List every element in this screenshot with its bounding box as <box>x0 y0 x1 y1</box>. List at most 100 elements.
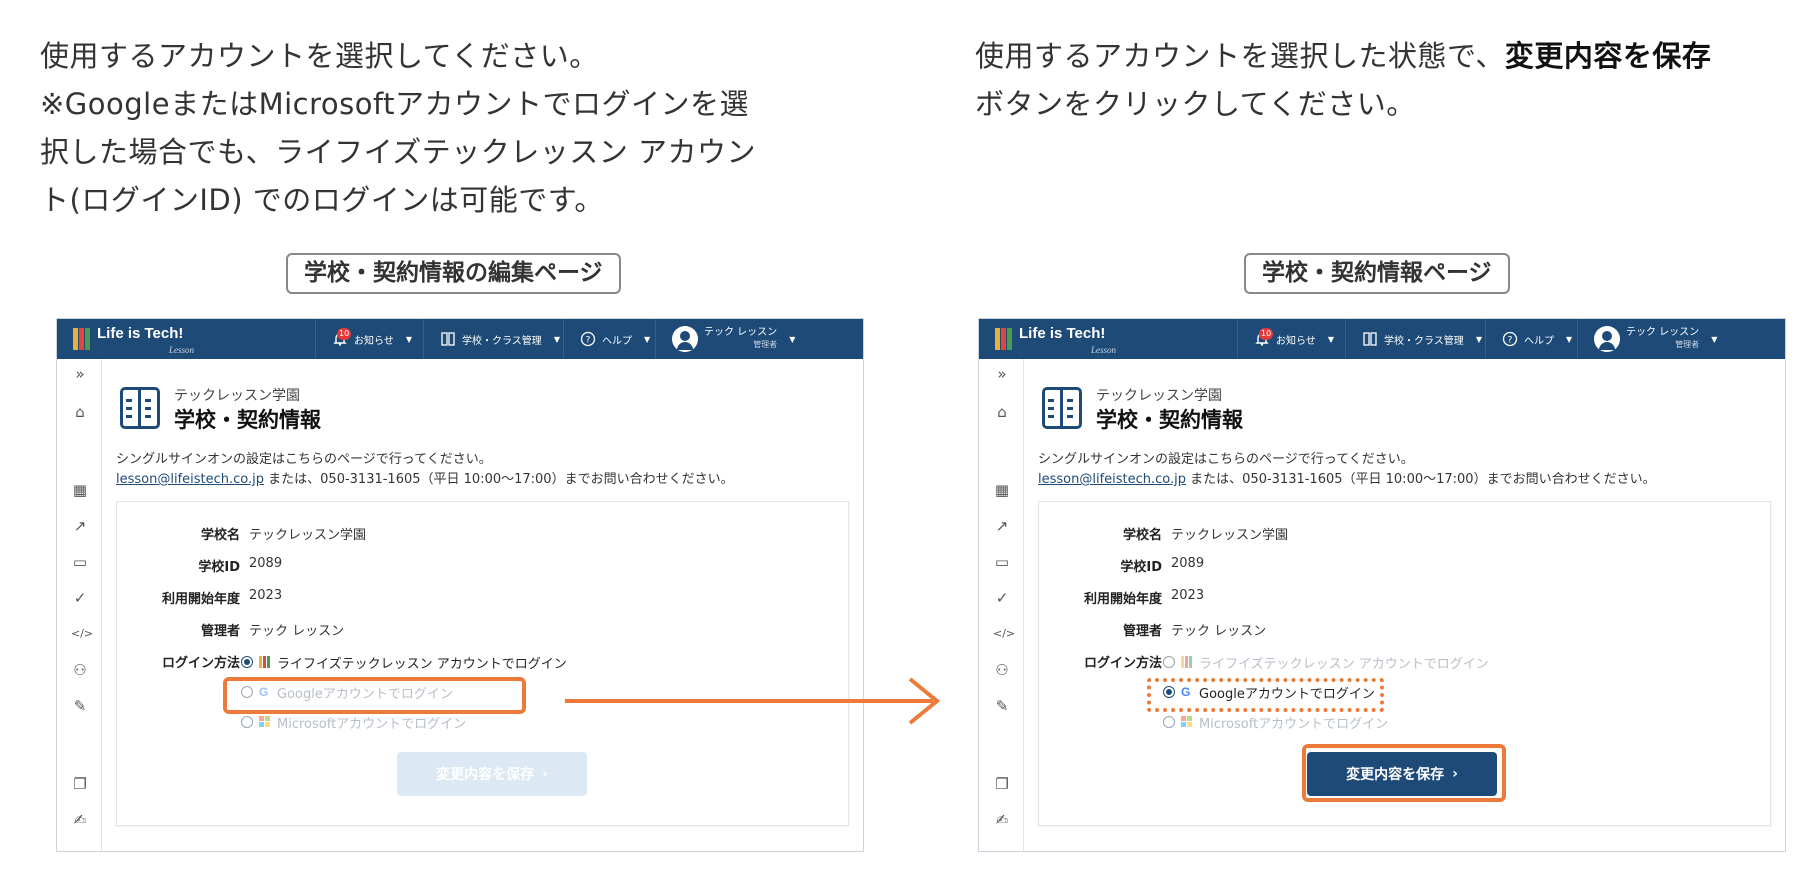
users-icon[interactable]: ⚇ <box>993 661 1011 679</box>
field-value: 2023 <box>1171 588 1205 603</box>
instruction-line: 択した場合でも、ライフイズテックレッスン アカウン <box>40 135 756 169</box>
lifeistech-icon <box>1181 656 1193 668</box>
trend-icon[interactable]: ↗ <box>993 517 1011 535</box>
instruction-right: 使用するアカウントを選択した状態で、変更内容を保存 ボタンをクリックしてください。 <box>975 32 1795 128</box>
trend-icon[interactable]: ↗ <box>71 517 89 535</box>
calendar-icon[interactable]: ▦ <box>993 481 1011 499</box>
avatar-icon <box>672 326 698 352</box>
home-icon[interactable]: ⌂ <box>993 403 1011 421</box>
field-label: 利用開始年度 <box>161 592 240 607</box>
building-icon <box>440 331 456 347</box>
option-label: ライフイズテックレッスン アカウントでログイン <box>277 656 567 672</box>
nav-help-label: ヘルプ <box>1524 335 1554 347</box>
bell-icon: 10 <box>1254 328 1274 347</box>
expand-icon[interactable]: » <box>993 365 1011 383</box>
help-icon: ? <box>580 331 596 347</box>
copy-icon[interactable]: ❐ <box>993 775 1011 793</box>
nav-help[interactable]: ? ヘルプ ▼ <box>1485 319 1577 359</box>
field-admin: 管理者 テック レッスン <box>1039 620 1770 640</box>
code-icon[interactable]: </> <box>993 625 1015 643</box>
pen-icon[interactable]: ✎ <box>71 697 89 715</box>
nav-user[interactable]: テック レッスン 管理者 ▼ <box>655 319 863 359</box>
nav-school[interactable]: 学校・クラス管理 ▼ <box>1345 319 1485 359</box>
instruction-line: ※GoogleまたはMicrosoftアカウントでログインを選 <box>40 87 750 121</box>
radio-button[interactable] <box>241 716 253 728</box>
help-icon: ? <box>1502 331 1518 347</box>
field-start-year: 利用開始年度 2023 <box>117 588 848 608</box>
school-name-small: テックレッスン学園 <box>174 388 300 404</box>
calendar-icon[interactable]: ▦ <box>71 481 89 499</box>
option-label: Microsoftアカウントでログイン <box>277 716 467 732</box>
contact-text: または、050-3131-1605（平日 10:00〜17:00）までお問い合わ… <box>1186 472 1656 487</box>
field-label: 管理者 <box>200 624 240 639</box>
user-info: テック レッスン管理者 <box>1626 327 1699 351</box>
caret-down-icon: ▼ <box>1475 334 1482 344</box>
login-option-lifeistech[interactable]: ライフイズテックレッスン アカウントでログイン <box>1163 652 1489 672</box>
microsoft-icon <box>1181 716 1193 728</box>
brand-sub: Lesson <box>169 345 195 355</box>
radio-button[interactable] <box>1163 716 1175 728</box>
expand-icon[interactable]: » <box>71 365 89 383</box>
pen-icon[interactable]: ✎ <box>993 697 1011 715</box>
field-value: 2089 <box>1171 556 1205 571</box>
school-name-small: テックレッスン学園 <box>1096 388 1222 404</box>
nav-school-label: 学校・クラス管理 <box>462 335 542 347</box>
field-value: 2089 <box>249 556 283 571</box>
edit-doc-icon[interactable]: ✍ <box>993 811 1011 829</box>
login-option-microsoft[interactable]: Microsoftアカウントでログイン <box>241 712 466 732</box>
instruction-bold: 変更内容を保存 <box>1504 39 1712 73</box>
user-name: テック レッスン <box>704 327 778 338</box>
contact-text: または、050-3131-1605（平日 10:00〜17:00）までお問い合わ… <box>264 472 734 487</box>
nav-school[interactable]: 学校・クラス管理 ▼ <box>423 319 563 359</box>
option-label: ライフイズテックレッスン アカウントでログイン <box>1199 656 1489 672</box>
brand[interactable]: Life is Tech! Lesson <box>995 326 1116 355</box>
info-card: 学校名 テックレッスン学園 学校ID 2089 利用開始年度 2023 管理者 テック … <box>116 501 849 826</box>
login-option-microsoft[interactable]: Microsoftアカウントでログイン <box>1163 712 1388 732</box>
email-link[interactable]: lesson@lifeistech.co.jp <box>116 472 264 487</box>
check-circle-icon[interactable]: ✓ <box>71 589 89 607</box>
users-icon[interactable]: ⚇ <box>71 661 89 679</box>
brand-sub: Lesson <box>1091 345 1117 355</box>
presentation-icon[interactable]: ▭ <box>993 553 1011 571</box>
brand[interactable]: Life is Tech! Lesson <box>73 326 194 355</box>
presentation-icon[interactable]: ▭ <box>71 553 89 571</box>
check-circle-icon[interactable]: ✓ <box>993 589 1011 607</box>
radio-button[interactable] <box>241 656 253 668</box>
edit-doc-icon[interactable]: ✍ <box>71 811 89 829</box>
caret-down-icon: ▼ <box>405 334 412 344</box>
home-icon[interactable]: ⌂ <box>71 403 89 421</box>
news-badge: 10 <box>337 328 352 340</box>
highlight-save-button <box>1302 744 1506 802</box>
field-label: 学校名 <box>200 528 240 543</box>
instruction-line: ト(ログインID) でのログインは可能です。 <box>40 183 604 217</box>
chevron-right-icon: › <box>542 766 548 782</box>
field-school-id: 学校ID 2089 <box>117 556 848 576</box>
field-school-id: 学校ID 2089 <box>1039 556 1770 576</box>
field-label: 管理者 <box>1122 624 1162 639</box>
email-link[interactable]: lesson@lifeistech.co.jp <box>1038 472 1186 487</box>
radio-button[interactable] <box>1163 656 1175 668</box>
screenshot-view-page: Life is Tech! Lesson 10 お知らせ ▼ 学校・クラス管理 ▼ … <box>978 318 1786 852</box>
top-bar: Life is Tech! Lesson 10 お知らせ ▼ 学校・クラス管理 ▼ … <box>979 319 1785 359</box>
caret-down-icon: ▼ <box>1327 334 1334 344</box>
nav-news[interactable]: 10 お知らせ ▼ <box>1237 319 1345 359</box>
nav-news[interactable]: 10 お知らせ ▼ <box>315 319 423 359</box>
code-icon[interactable]: </> <box>71 625 93 643</box>
brand-logo-icon <box>73 328 90 350</box>
page-title: 学校・契約情報 <box>1096 408 1243 432</box>
screenshot-edit-page: Life is Tech! Lesson 10 お知らせ ▼ 学校・クラス管理 ▼ … <box>56 318 864 852</box>
save-button[interactable]: 変更内容を保存 › <box>397 752 587 796</box>
user-role: 管理者 <box>1675 340 1700 349</box>
nav-help[interactable]: ? ヘルプ ▼ <box>563 319 655 359</box>
bell-icon: 10 <box>332 328 352 347</box>
sso-note: シングルサインオンの設定はこちらのページで行ってください。 <box>1038 452 1414 467</box>
field-value: テック レッスン <box>249 624 345 639</box>
user-name: テック レッスン <box>1626 327 1700 338</box>
nav-news-label: お知らせ <box>354 335 394 347</box>
nav-user[interactable]: テック レッスン 管理者 ▼ <box>1577 319 1785 359</box>
login-option-lifeistech[interactable]: ライフイズテックレッスン アカウントでログイン <box>241 652 567 672</box>
avatar-icon <box>1594 326 1620 352</box>
field-label: 利用開始年度 <box>1083 592 1162 607</box>
copy-icon[interactable]: ❐ <box>71 775 89 793</box>
school-building-icon <box>1042 387 1082 429</box>
